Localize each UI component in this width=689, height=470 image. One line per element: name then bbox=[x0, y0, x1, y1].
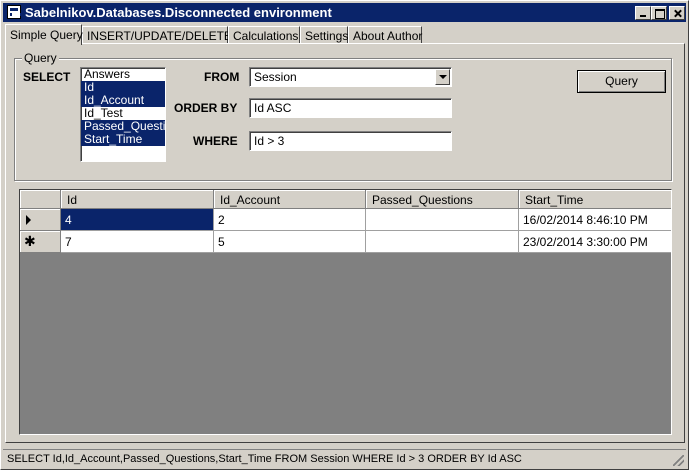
resize-grip-icon[interactable] bbox=[673, 455, 684, 466]
status-bar: SELECT Id,Id_Account,Passed_Questions,St… bbox=[3, 449, 686, 468]
table-cell[interactable] bbox=[366, 209, 519, 231]
from-value: Session bbox=[254, 70, 297, 84]
tab-insert-update-delete[interactable]: INSERT/UPDATE/DELETE bbox=[82, 26, 232, 44]
from-label: FROM bbox=[204, 70, 240, 84]
window-title: Sabelnikov.Databases.Disconnected enviro… bbox=[25, 5, 332, 20]
column-header-id[interactable]: Id bbox=[61, 190, 214, 209]
title-bar[interactable]: Sabelnikov.Databases.Disconnected enviro… bbox=[3, 3, 686, 22]
column-header-passed-questions[interactable]: Passed_Questions bbox=[366, 190, 519, 209]
where-input[interactable]: Id > 3 bbox=[249, 131, 452, 151]
select-label: SELECT bbox=[23, 70, 71, 84]
row-header-current[interactable] bbox=[20, 209, 61, 231]
new-row-star-icon: ✱ bbox=[24, 233, 36, 249]
maximize-button[interactable] bbox=[651, 6, 667, 20]
table-cell[interactable]: 5 bbox=[214, 231, 366, 253]
column-header-start-time[interactable]: Start_Time bbox=[519, 190, 671, 209]
status-text: SELECT Id,Id_Account,Passed_Questions,St… bbox=[7, 453, 522, 465]
where-label: WHERE bbox=[193, 134, 238, 148]
current-row-arrow-icon bbox=[26, 215, 31, 225]
table-cell[interactable] bbox=[366, 231, 519, 253]
table-cell[interactable]: 2 bbox=[214, 209, 366, 231]
order-by-input[interactable]: Id ASC bbox=[249, 98, 452, 118]
tab-calculations[interactable]: Calculations bbox=[228, 26, 300, 44]
close-button[interactable] bbox=[669, 6, 685, 20]
results-datagrid[interactable]: Id Id_Account Passed_Questions Start_Tim… bbox=[19, 189, 672, 435]
query-group-legend: Query bbox=[22, 51, 59, 65]
select-columns-listbox[interactable]: Answers Id Id_Account Id_Test Passed_Que… bbox=[80, 67, 166, 162]
tab-simple-query[interactable]: Simple Query bbox=[5, 24, 83, 45]
table-cell[interactable]: 23/02/2014 3:30:00 PM bbox=[519, 231, 671, 253]
column-item-start-time[interactable]: Start_Time bbox=[81, 133, 165, 146]
table-cell[interactable]: 4 bbox=[61, 209, 214, 231]
grid-corner-header[interactable] bbox=[20, 190, 61, 209]
dropdown-arrow-icon[interactable] bbox=[435, 69, 450, 85]
order-by-label: ORDER BY bbox=[174, 101, 238, 115]
tab-about-author[interactable]: About Author bbox=[348, 26, 422, 44]
table-cell[interactable]: 16/02/2014 8:46:10 PM bbox=[519, 209, 671, 231]
app-icon bbox=[7, 5, 22, 19]
tab-settings[interactable]: Settings bbox=[300, 26, 348, 44]
main-window: Sabelnikov.Databases.Disconnected enviro… bbox=[0, 0, 689, 470]
query-button[interactable]: Query bbox=[577, 70, 666, 93]
row-header-new[interactable]: ✱ bbox=[20, 231, 61, 253]
minimize-button[interactable] bbox=[635, 6, 651, 20]
column-header-id-account[interactable]: Id_Account bbox=[214, 190, 366, 209]
from-combobox[interactable]: Session bbox=[249, 67, 452, 87]
table-cell[interactable]: 7 bbox=[61, 231, 214, 253]
